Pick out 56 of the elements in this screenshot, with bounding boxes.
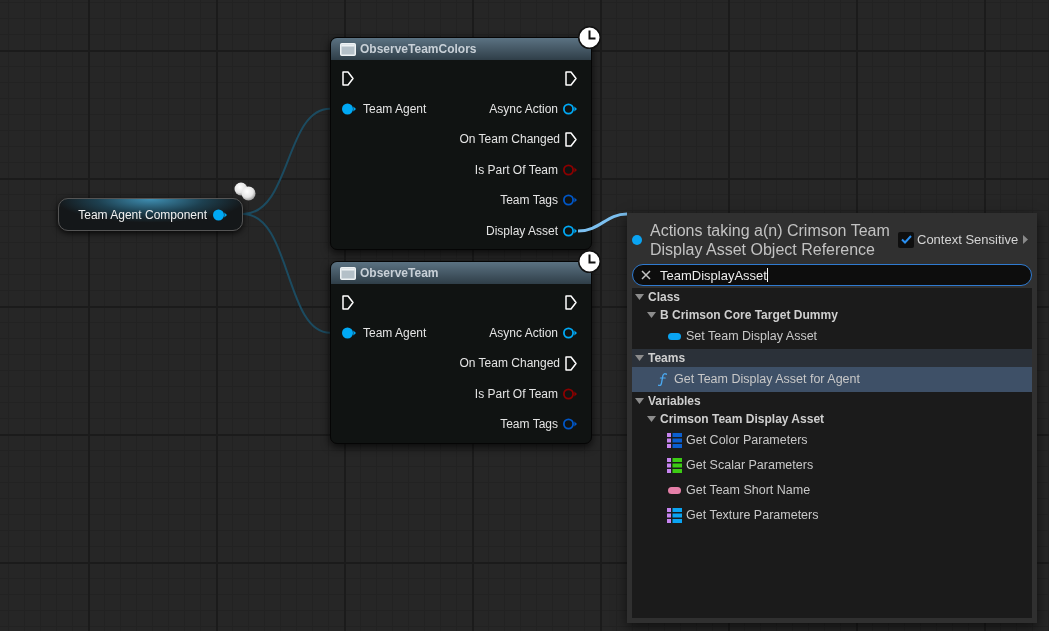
checkbox[interactable]	[898, 231, 914, 248]
expand-arrow-icon[interactable]	[1023, 235, 1029, 244]
category-row[interactable]: Class	[635, 288, 681, 306]
pin-label: Team Tags	[500, 194, 558, 207]
clear-icon[interactable]	[641, 270, 651, 280]
data-pin-icon[interactable]	[563, 102, 577, 115]
pin-label: Is Part Of Team	[474, 387, 558, 400]
search-field[interactable]: TeamDisplayAsset	[632, 264, 1032, 286]
data-pin-icon[interactable]	[342, 102, 356, 115]
node-title: ObserveTeam	[360, 267, 439, 279]
menu-item[interactable]: Get Scalar Parameters	[668, 453, 814, 478]
pin-label: Team Agent	[363, 102, 427, 115]
category-row[interactable]: Variables	[635, 392, 701, 410]
caret-icon[interactable]	[647, 416, 656, 422]
exec-pin-icon[interactable]	[565, 70, 577, 86]
node-title: ObserveTeamColors	[360, 43, 477, 55]
category-row[interactable]: Teams	[632, 349, 1032, 367]
checkbox-label[interactable]: Context Sensitive	[917, 233, 1019, 246]
exec-pin-icon[interactable]	[565, 131, 577, 147]
caret-icon[interactable]	[635, 398, 644, 404]
caret-icon[interactable]	[635, 355, 644, 361]
caret-icon[interactable]	[635, 294, 644, 300]
window-icon	[340, 42, 356, 56]
spheres-icon	[234, 182, 256, 201]
menu-item[interactable]: Get Texture Parameters	[668, 503, 819, 528]
data-pin-icon[interactable]	[563, 224, 577, 237]
caret-icon[interactable]	[647, 312, 656, 318]
pin-label: On Team Changed	[459, 357, 560, 370]
category-row[interactable]: B Crimson Core Target Dummy	[647, 306, 838, 324]
menu-item[interactable]: Get Team Short Name	[668, 478, 811, 503]
menu-item[interactable]: Get Color Parameters	[668, 428, 808, 453]
node-title: Team Agent Component	[78, 208, 207, 221]
exec-pin-icon[interactable]	[342, 294, 354, 310]
pin-label: Async Action	[489, 102, 558, 115]
window-icon	[340, 266, 356, 280]
pin-label: On Team Changed	[459, 133, 560, 146]
data-pin-icon[interactable]	[342, 326, 356, 339]
menu-item[interactable]: Set Team Display Asset	[668, 324, 818, 349]
pin-label: Team Tags	[500, 418, 558, 431]
checkmark-icon	[900, 235, 912, 244]
data-pin-icon[interactable]	[563, 326, 577, 339]
pin-label: Team Agent	[363, 326, 427, 339]
data-pin-icon[interactable]	[213, 208, 227, 221]
exec-pin-icon[interactable]	[565, 355, 577, 371]
drag-wire	[577, 212, 628, 233]
menu-title: Actions taking a(n) Crimson Team Display Asset Object Reference	[650, 220, 891, 259]
category-row[interactable]: Crimson Team Display Asset	[647, 410, 825, 428]
pin-dot-icon	[632, 234, 642, 245]
search-text: TeamDisplayAsset	[660, 268, 767, 282]
exec-pin-icon[interactable]	[565, 294, 577, 310]
pin-label: Is Part Of Team	[474, 163, 558, 176]
pin-label: Async Action	[489, 326, 558, 339]
text-cursor	[766, 268, 768, 282]
menu-item[interactable]: Get Team Display Asset for Agent	[632, 367, 1032, 392]
exec-pin-icon[interactable]	[342, 70, 354, 86]
pin-label: Display Asset	[485, 224, 558, 237]
